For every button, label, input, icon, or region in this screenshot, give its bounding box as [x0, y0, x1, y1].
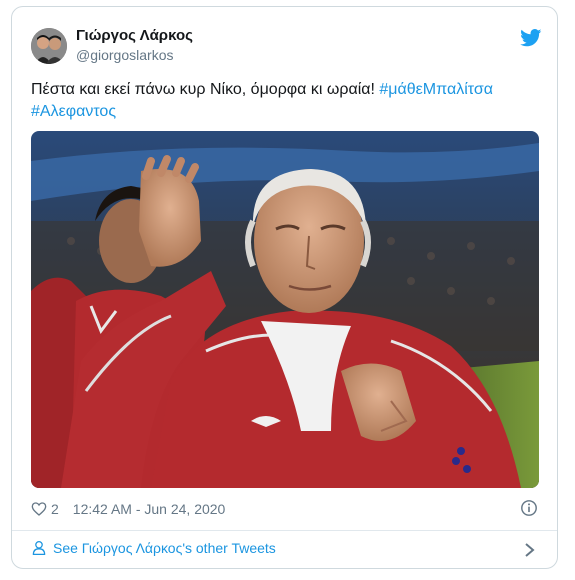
- author-name[interactable]: Γιώργος Λάρκος: [76, 27, 193, 44]
- user-icon: [32, 540, 46, 556]
- embedded-tweet-card: Γιώργος Λάρκος @giorgoslarkos Πέστα και …: [11, 6, 558, 569]
- see-other-tweets-link[interactable]: See Γιώργος Λάρκος's other Tweets: [31, 540, 276, 556]
- hashtag-link[interactable]: #μάθεΜπαλίτσα: [379, 81, 493, 98]
- chevron-right-icon[interactable]: [524, 542, 536, 558]
- like-count[interactable]: 2: [51, 501, 59, 517]
- tweet-photo[interactable]: [31, 131, 539, 488]
- see-other-tweets-label: See Γιώργος Λάρκος's other Tweets: [53, 540, 276, 556]
- info-icon[interactable]: [520, 499, 538, 517]
- tweet-timestamp[interactable]: 12:42 AM - Jun 24, 2020: [73, 501, 226, 517]
- tweet-body: Πέστα και εκεί πάνω κυρ Νίκο, όμορφα κι …: [31, 81, 380, 98]
- tweet-text: Πέστα και εκεί πάνω κυρ Νίκο, όμορφα κι …: [31, 79, 536, 123]
- heart-icon[interactable]: [31, 501, 47, 517]
- tweet-meta: 2 12:42 AM - Jun 24, 2020: [31, 501, 225, 517]
- divider: [12, 530, 557, 531]
- avatar[interactable]: [31, 28, 67, 64]
- twitter-bird-icon[interactable]: [520, 29, 542, 47]
- author-handle[interactable]: @giorgoslarkos: [76, 47, 173, 63]
- hashtag-link[interactable]: #Αλεφαντος: [31, 103, 116, 120]
